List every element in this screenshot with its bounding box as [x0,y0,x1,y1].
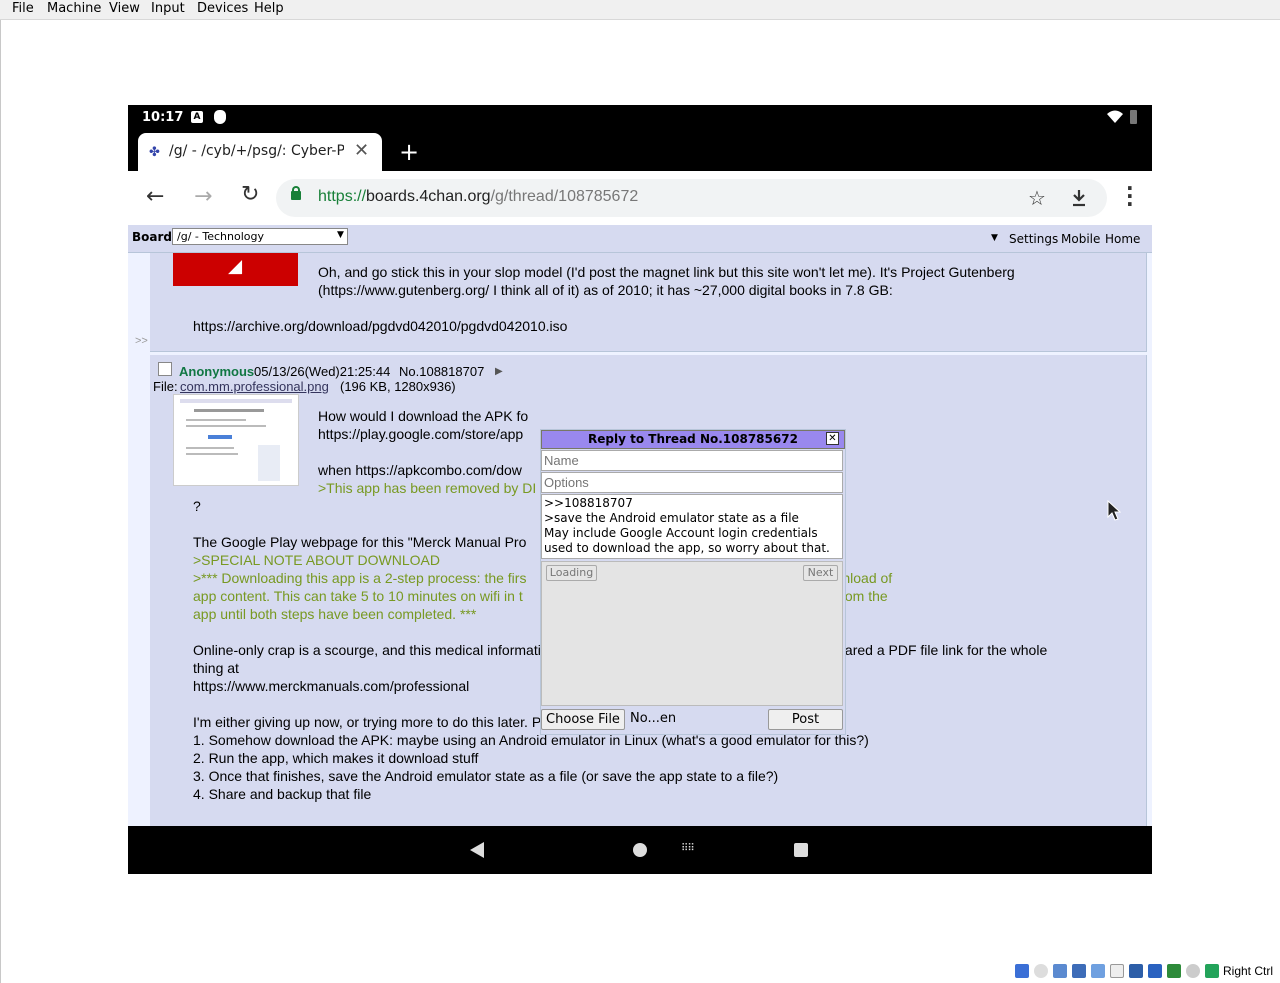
forward-icon[interactable]: → [194,184,212,209]
display-icon[interactable] [1129,964,1143,978]
file-status: No...en [630,711,677,726]
post-text-line: 4. Share and backup that file [193,786,372,802]
board-select[interactable]: /g/ - Technology ▼ [172,228,348,245]
cpu-icon[interactable] [1167,964,1181,978]
captcha-next-button[interactable]: Next [803,565,838,581]
download-icon[interactable] [1071,189,1087,207]
vm-menubar: File Machine View Input Devices Help [0,0,1280,20]
wifi-icon [1107,110,1123,123]
post-thumbnail[interactable] [173,253,298,286]
new-tab-icon[interactable]: + [399,138,419,166]
quick-reply-title: Reply to Thread No.108785672 [588,432,798,446]
reply-arrow-marker: >> [135,335,148,347]
menu-devices[interactable]: Devices [197,1,248,16]
tab-title: /g/ - /cyb/+/psg/: Cyber-Pun [169,143,344,159]
status-time: 10:17 [142,110,184,125]
menu-view[interactable]: View [109,1,140,16]
browser-toolbar: ← → ↻ https://boards.4chan.org/g/thread/… [128,171,1152,226]
file-link[interactable]: com.mm.professional.png [180,379,329,394]
browser-tab-strip: ✤ /g/ - /cyb/+/psg/: Cyber-Pun ✕ + [128,131,1152,171]
audio-icon[interactable] [1053,964,1067,978]
greentext-line: >This app has been removed by DI [318,480,537,496]
video-capture-icon[interactable] [1148,964,1162,978]
name-field[interactable] [541,450,843,471]
post-button[interactable]: Post [768,709,843,730]
shared-folders-icon[interactable] [1110,964,1124,978]
captcha-area: Loading Next [541,561,843,706]
collapse-toggle-icon[interactable]: ▼ [991,233,998,243]
lock-shackle [292,186,300,193]
keyboard-icon[interactable]: ⠿⠿ [681,843,695,854]
shield-icon [214,110,226,124]
android-status-bar: 10:17 A [128,105,1152,131]
hard-disk-icon[interactable] [1015,964,1029,978]
file-meta: (196 KB, 1280x936) [340,379,456,394]
vm-status-tray: Right Ctrl [1010,960,1280,982]
home-link[interactable]: Home [1105,232,1140,246]
web-page: Board /g/ - Technology ▼ ▼ Settings Mobi… [128,225,1152,826]
nav-home-icon[interactable] [633,843,647,857]
options-field[interactable] [541,472,843,493]
keyboard-a-icon: A [191,111,203,123]
post-previous: Oh, and go stick this in your slop model… [150,253,1147,352]
post-text-line: How would I download the APK fo [318,408,529,424]
back-icon[interactable]: ← [146,184,164,209]
mouse-cursor-icon [1107,500,1121,521]
board-nav: Board /g/ - Technology ▼ ▼ Settings Mobi… [128,225,1152,253]
tab-4chan[interactable]: ✤ /g/ - /cyb/+/psg/: Cyber-Pun ✕ [138,133,382,171]
post-text-line: when https://apkcombo.com/dow [318,462,522,478]
post-menu-arrow-icon[interactable]: ▶ [495,366,503,377]
nav-back-icon[interactable] [470,842,484,858]
poster-name: Anonymous [179,364,255,379]
post-text-line: 3. Once that finishes, save the Android … [193,768,779,784]
menu-help[interactable]: Help [254,1,284,16]
reload-icon[interactable]: ↻ [241,182,259,207]
battery-icon [1130,110,1137,124]
omnibox[interactable]: https://boards.4chan.org/g/thread/108785… [276,179,1107,217]
network-icon[interactable] [1072,964,1086,978]
file-label: File: [153,379,178,394]
post-image-thumbnail[interactable] [173,394,299,486]
android-nav-bar: ⠿⠿ [128,826,1152,874]
nav-recents-icon[interactable] [794,843,808,857]
close-icon[interactable]: ✕ [826,432,839,445]
usb-icon[interactable] [1091,964,1105,978]
close-tab-icon[interactable]: ✕ [354,140,369,161]
quick-reply-titlebar[interactable]: Reply to Thread No.108785672 ✕ [541,430,845,449]
post-link[interactable]: https://archive.org/download/pgdvd042010… [193,317,567,335]
menu-input[interactable]: Input [151,1,185,16]
post-text-line [318,443,540,461]
post-text-line: (https://www.gutenberg.org/ I think all … [318,282,893,298]
android-screen: 10:17 A ✤ /g/ - /cyb/+/psg/: Cyber-Pun ✕… [128,105,1152,874]
board-label: Board [132,230,172,244]
post-text-line: 2. Run the app, which makes it download … [193,750,479,766]
host-key-label: Right Ctrl [1223,964,1274,978]
post-text-line: https://play.google.com/store/app [318,426,524,442]
optical-drive-icon[interactable] [1034,964,1048,978]
menu-machine[interactable]: Machine [47,1,101,16]
choose-file-button[interactable]: Choose File [541,709,625,730]
menu-file[interactable]: File [12,1,34,16]
quick-reply-window: Reply to Thread No.108785672 ✕ >>1088187… [540,429,846,735]
favicon-clover-icon: ✤ [149,145,160,160]
post-text-block-top: How would I download the APK fo https://… [318,407,540,497]
post-number[interactable]: No.108818707 [399,364,484,379]
overflow-menu-icon[interactable]: · · · [1126,178,1134,214]
comment-field[interactable]: >>108818707 >save the Android emulator s… [541,494,843,559]
mobile-link[interactable]: Mobile [1061,232,1100,246]
settings-link[interactable]: Settings [1009,232,1058,246]
dropdown-arrow-icon: ▼ [337,230,344,240]
post-checkbox[interactable] [158,362,172,376]
captcha-loading-button[interactable]: Loading [546,565,597,581]
post-datetime: 05/13/26(Wed)21:25:44 [254,364,391,379]
keyboard-capture-icon[interactable] [1205,964,1219,978]
chevron-down-icon [221,253,249,281]
post-text-line: Oh, and go stick this in your slop model… [318,264,1015,280]
bookmark-star-icon[interactable]: ☆ [1028,186,1046,210]
mouse-integration-icon[interactable] [1186,964,1200,978]
url-text: https://boards.4chan.org/g/thread/108785… [318,188,639,205]
